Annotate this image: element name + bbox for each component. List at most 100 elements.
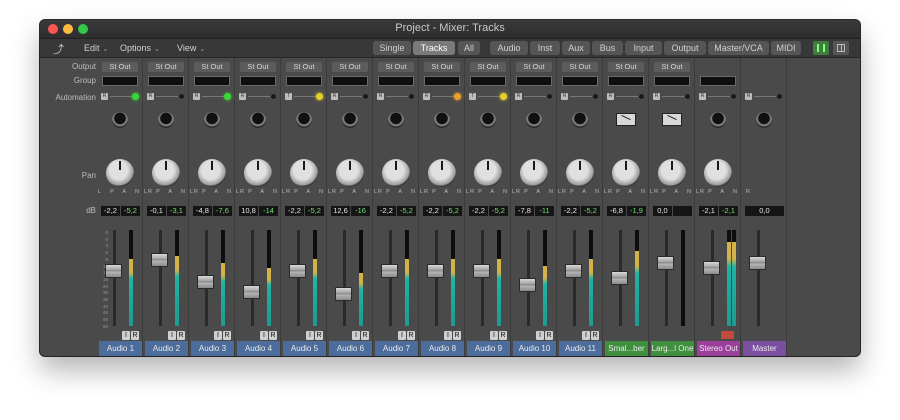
pan-knob[interactable]: [520, 159, 548, 187]
record-enable-button[interactable]: R: [453, 331, 461, 340]
pan-knob[interactable]: [612, 159, 640, 187]
input-monitor-button[interactable]: I: [490, 331, 498, 340]
pan-knob[interactable]: [290, 159, 318, 187]
send-knob[interactable]: [434, 112, 450, 128]
filter-aux[interactable]: Aux: [562, 41, 590, 55]
input-monitor-button[interactable]: I: [306, 331, 314, 340]
filter-master-vca[interactable]: Master/VCA: [708, 41, 769, 55]
automation-mode-icon[interactable]: R: [147, 93, 154, 100]
track-name[interactable]: Audio 1: [99, 341, 142, 356]
output-slot[interactable]: St Out: [194, 62, 230, 72]
track-name[interactable]: Audio 3: [191, 341, 234, 356]
filter-audio[interactable]: Audio: [490, 41, 528, 55]
volume-fader[interactable]: [243, 284, 260, 299]
group-slot[interactable]: [654, 76, 690, 86]
track-name[interactable]: Audio 8: [421, 341, 464, 356]
automation-mode-icon[interactable]: R: [193, 93, 200, 100]
filter-bus[interactable]: Bus: [592, 41, 623, 55]
send-knob[interactable]: [480, 112, 496, 128]
send-knob[interactable]: [112, 112, 128, 128]
analog-meter-icon[interactable]: [616, 113, 636, 126]
track-name[interactable]: Audio 4: [237, 341, 280, 356]
pan-knob[interactable]: [704, 159, 732, 187]
track-name[interactable]: Audio 5: [283, 341, 326, 356]
filter-input[interactable]: Input: [625, 41, 662, 55]
output-slot[interactable]: St Out: [148, 62, 184, 72]
pan-knob[interactable]: [428, 159, 456, 187]
output-slot[interactable]: St Out: [240, 62, 276, 72]
filter-inst[interactable]: Inst: [530, 41, 560, 55]
automation-mode-icon[interactable]: R: [699, 93, 706, 100]
track-name[interactable]: Audio 7: [375, 341, 418, 356]
output-slot[interactable]: St Out: [286, 62, 322, 72]
automation-control[interactable]: R: [653, 93, 692, 101]
send-knob[interactable]: [756, 112, 772, 128]
group-slot[interactable]: [424, 76, 460, 86]
input-monitor-button[interactable]: I: [582, 331, 590, 340]
menu-view[interactable]: View ⌄: [177, 41, 205, 55]
group-slot[interactable]: [516, 76, 552, 86]
pan-knob[interactable]: [198, 159, 226, 187]
output-slot[interactable]: St Out: [516, 62, 552, 72]
group-slot[interactable]: [332, 76, 368, 86]
automation-mode-icon[interactable]: R: [239, 93, 246, 100]
group-slot[interactable]: [194, 76, 230, 86]
output-slot[interactable]: St Out: [654, 62, 690, 72]
group-slot[interactable]: [148, 76, 184, 86]
pan-knob[interactable]: [244, 159, 272, 187]
mixer-layout-icon[interactable]: [813, 41, 829, 55]
volume-fader[interactable]: [381, 264, 398, 279]
group-slot[interactable]: [286, 76, 322, 86]
automation-control[interactable]: R: [423, 93, 462, 101]
volume-fader[interactable]: [335, 287, 352, 302]
input-monitor-button[interactable]: I: [122, 331, 130, 340]
send-knob[interactable]: [572, 112, 588, 128]
automation-control[interactable]: T: [469, 93, 508, 101]
track-name[interactable]: Master: [743, 341, 786, 356]
automation-mode-icon[interactable]: T: [285, 93, 292, 100]
output-slot[interactable]: St Out: [608, 62, 644, 72]
automation-mode-icon[interactable]: R: [423, 93, 430, 100]
send-knob[interactable]: [296, 112, 312, 128]
send-knob[interactable]: [158, 112, 174, 128]
menu-edit[interactable]: Edit ⌄: [84, 41, 108, 55]
record-enable-button[interactable]: R: [545, 331, 553, 340]
automation-control[interactable]: R: [515, 93, 554, 101]
automation-mode-icon[interactable]: T: [469, 93, 476, 100]
record-enable-button[interactable]: R: [591, 331, 599, 340]
automation-control[interactable]: R: [561, 93, 600, 101]
automation-mode-icon[interactable]: R: [653, 93, 660, 100]
track-name[interactable]: Audio 10: [513, 341, 556, 356]
input-monitor-button[interactable]: I: [352, 331, 360, 340]
volume-fader[interactable]: [151, 252, 168, 267]
pan-knob[interactable]: [106, 159, 134, 187]
output-slot[interactable]: St Out: [562, 62, 598, 72]
mode-all[interactable]: All: [458, 41, 480, 55]
automation-control[interactable]: R: [745, 93, 784, 101]
record-enable-button[interactable]: R: [315, 331, 323, 340]
send-knob[interactable]: [250, 112, 266, 128]
automation-mode-icon[interactable]: R: [515, 93, 522, 100]
output-slot[interactable]: St Out: [332, 62, 368, 72]
track-name[interactable]: Audio 2: [145, 341, 188, 356]
automation-control[interactable]: R: [147, 93, 186, 101]
back-arrow-icon[interactable]: ⤴: [53, 41, 64, 57]
volume-fader[interactable]: [105, 264, 122, 279]
record-enable-button[interactable]: R: [407, 331, 415, 340]
track-name[interactable]: Audio 11: [559, 341, 602, 356]
send-knob[interactable]: [526, 112, 542, 128]
input-monitor-button[interactable]: I: [214, 331, 222, 340]
automation-control[interactable]: R: [331, 93, 370, 101]
volume-fader[interactable]: [473, 264, 490, 279]
record-enable-button[interactable]: R: [269, 331, 277, 340]
automation-mode-icon[interactable]: R: [561, 93, 568, 100]
pan-knob[interactable]: [566, 159, 594, 187]
pan-knob[interactable]: [474, 159, 502, 187]
output-slot[interactable]: St Out: [470, 62, 506, 72]
input-monitor-button[interactable]: I: [168, 331, 176, 340]
pan-knob[interactable]: [152, 159, 180, 187]
track-name[interactable]: Smal...ber: [605, 341, 648, 356]
volume-fader[interactable]: [703, 261, 720, 276]
automation-control[interactable]: R: [699, 93, 738, 101]
record-enable-button[interactable]: R: [361, 331, 369, 340]
